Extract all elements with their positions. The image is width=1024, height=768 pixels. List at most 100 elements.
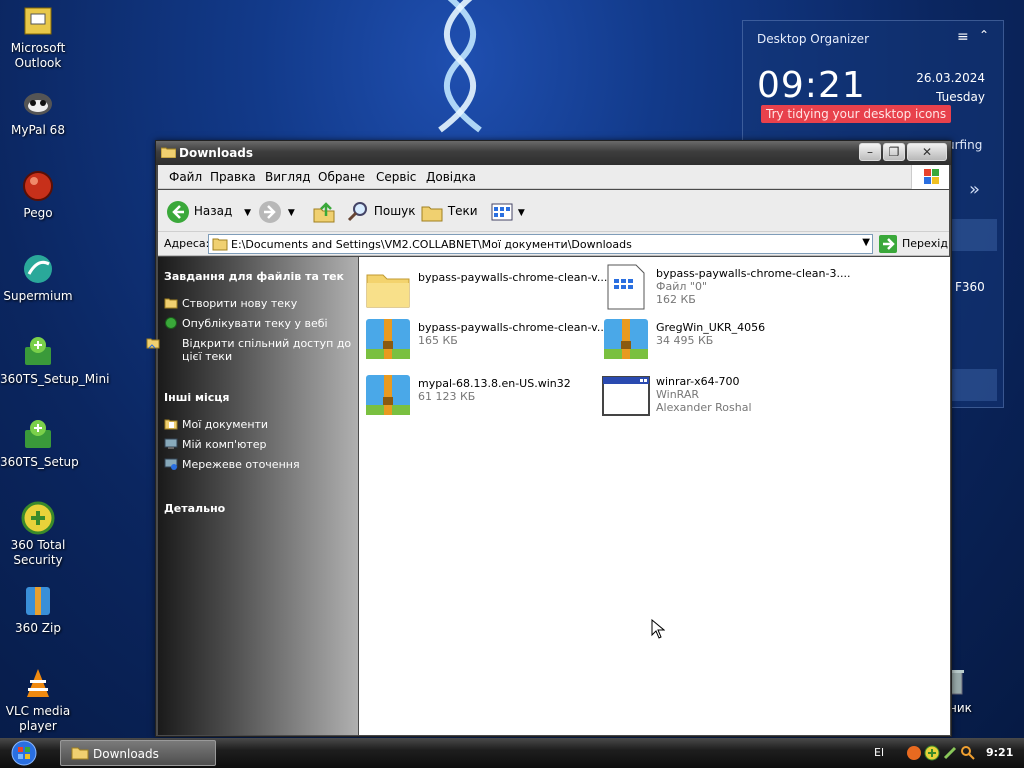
search-button[interactable]: Пошук [346, 199, 416, 223]
file-item[interactable]: mypal-68.13.8.en-US.win32 61 123 КБ [364, 371, 599, 419]
application-icon [602, 376, 650, 416]
place-my-documents[interactable]: Мої документи [164, 418, 268, 431]
360-installer-icon [21, 418, 55, 452]
menu-file[interactable]: Файл [169, 170, 202, 184]
address-input[interactable]: E:\Documents and Settings\VM2.COLLABNET\… [208, 234, 873, 254]
go-arrow-icon [879, 235, 897, 253]
file-name: bypass-paywalls-chrome-clean-3.... [656, 267, 851, 280]
network-icon [164, 458, 178, 470]
minimize-button[interactable]: – [859, 143, 881, 161]
taskbar-clock[interactable]: 9:21 [986, 746, 1013, 759]
desktop-icon-pego[interactable]: Pego [0, 169, 76, 221]
task-label: Відкрити спільний доступ до цієї теки [182, 337, 352, 363]
folders-label: Теки [447, 204, 478, 218]
chevron-down-icon[interactable]: ▼ [288, 208, 295, 218]
pego-icon [21, 169, 55, 203]
menu-tools[interactable]: Сервіс [376, 170, 416, 184]
window-titlebar[interactable]: Downloads – ❐ ✕ [156, 141, 951, 165]
desktop-icon-360ts-setup[interactable]: 360TS_Setup [0, 418, 79, 470]
place-label: Мережеве оточення [182, 458, 300, 471]
chevron-right-icon[interactable]: » [969, 179, 980, 200]
chevron-up-icon[interactable]: ⌃ [979, 28, 989, 42]
file-item[interactable]: bypass-paywalls-chrome-clean-v... [364, 265, 607, 313]
desktop-icon-label: Supermium [3, 289, 73, 303]
language-indicator[interactable]: El [874, 746, 884, 759]
back-button[interactable]: Назад ▼ [166, 199, 252, 223]
hamburger-menu-icon[interactable]: ≡ [957, 29, 969, 45]
file-item[interactable]: bypass-paywalls-chrome-clean-v... 165 КБ [364, 315, 607, 363]
menu-view[interactable]: Вигляд [265, 170, 311, 184]
search-label: Пошук [373, 204, 416, 218]
360-total-security-icon [21, 501, 55, 535]
folder-icon [71, 747, 89, 760]
file-item[interactable]: GregWin_UKR_4056 34 495 КБ [602, 315, 837, 363]
zip-archive-icon [366, 319, 410, 359]
desktop-icon-vlc[interactable]: VLC media player [0, 667, 76, 734]
file-item[interactable]: winrar-x64-700 WinRAR Alexander Roshal [602, 371, 837, 419]
tasks-section-title[interactable]: Завдання для файлів та тек [164, 270, 344, 283]
mypal-raccoon-icon [21, 86, 55, 120]
explorer-window: Downloads – ❐ ✕ Файл Правка Вигляд Обран… [146, 140, 952, 737]
chevron-down-icon[interactable]: ▼ [244, 208, 251, 218]
task-label: Опублікувати теку у вебі [182, 317, 328, 330]
desktop-icon-supermium[interactable]: Supermium [0, 252, 76, 304]
taskbar: Downloads El 9:21 [0, 738, 1024, 768]
menu-favorites[interactable]: Обране [318, 170, 365, 184]
address-path: E:\Documents and Settings\VM2.COLLABNET\… [231, 238, 632, 251]
share-folder-icon [146, 337, 178, 349]
views-icon [491, 203, 513, 220]
views-button[interactable]: ▼ [490, 199, 526, 223]
desktop-icon-360-total-security[interactable]: 360 Total Security [0, 501, 76, 568]
network-tray-icon[interactable] [942, 745, 958, 761]
task-new-folder[interactable]: Створити нову теку [164, 297, 354, 310]
place-network[interactable]: Мережеве оточення [164, 458, 300, 471]
address-bar: Адреса: E:\Documents and Settings\VM2.CO… [158, 232, 949, 256]
system-tray: El 9:21 [868, 738, 1024, 768]
taskbar-item-downloads[interactable]: Downloads [60, 740, 216, 766]
menu-help[interactable]: Довідка [426, 170, 476, 184]
close-button[interactable]: ✕ [907, 143, 947, 161]
desktop-icon-label: Microsoft Outlook [10, 41, 66, 70]
place-my-computer[interactable]: Мій комп'ютер [164, 438, 267, 451]
desktop-icon-outlook[interactable]: Microsoft Outlook [0, 4, 76, 71]
places-section-title[interactable]: Інші місця [164, 391, 229, 404]
file-description: WinRAR [656, 388, 700, 401]
desktop-icon-360-zip[interactable]: 360 Zip [0, 584, 76, 636]
organizer-date: 26.03.2024 [916, 71, 985, 85]
computer-icon [164, 438, 178, 450]
maximize-button[interactable]: ❐ [883, 143, 905, 161]
up-folder-button[interactable] [312, 199, 336, 223]
forward-button[interactable]: ▼ [258, 199, 302, 223]
taskbar-item-label: Downloads [93, 747, 159, 761]
details-section-title[interactable]: Детально [164, 502, 225, 515]
desktop-icon-mypal[interactable]: MyPal 68 [0, 86, 76, 138]
desktop-icon-360ts-setup-mini[interactable]: 360TS_Setup_Mini [0, 335, 110, 387]
up-folder-icon [313, 201, 335, 222]
go-button[interactable]: Перехід [878, 234, 948, 254]
globe-icon [164, 317, 178, 329]
folders-button[interactable]: Теки [420, 199, 480, 223]
file-size: 34 495 КБ [656, 334, 714, 347]
desktop-icon-label: 360TS_Setup_Mini [0, 372, 110, 386]
chevron-down-icon[interactable]: ▼ [518, 208, 525, 218]
tray-app-icon[interactable] [906, 745, 922, 761]
my-documents-icon [164, 418, 178, 430]
search-tray-icon[interactable] [960, 745, 976, 761]
file-size: 165 КБ [418, 334, 458, 347]
go-label: Перехід [902, 237, 948, 250]
toolbar: Назад ▼ ▼ Пошук Теки ▼ [158, 190, 949, 232]
desktop-icon-label: 360 Total Security [10, 538, 66, 567]
organizer-title: Desktop Organizer [757, 32, 869, 46]
vlc-cone-icon [21, 667, 55, 701]
start-button[interactable] [4, 739, 44, 767]
file-item[interactable]: bypass-paywalls-chrome-clean-3.... Файл … [602, 263, 850, 311]
chevron-down-icon[interactable]: ▼ [862, 237, 870, 248]
task-publish-web[interactable]: Опублікувати теку у вебі [164, 317, 354, 330]
place-label: Мій комп'ютер [182, 438, 267, 451]
menu-edit[interactable]: Правка [210, 170, 256, 184]
organizer-tip[interactable]: Try tidying your desktop icons [761, 105, 952, 123]
360-tray-icon[interactable] [924, 745, 940, 761]
task-share-folder[interactable]: Відкрити спільний доступ до цієї теки [146, 337, 354, 363]
organizer-day: Tuesday [936, 90, 985, 104]
file-name: bypass-paywalls-chrome-clean-v... [418, 271, 608, 284]
